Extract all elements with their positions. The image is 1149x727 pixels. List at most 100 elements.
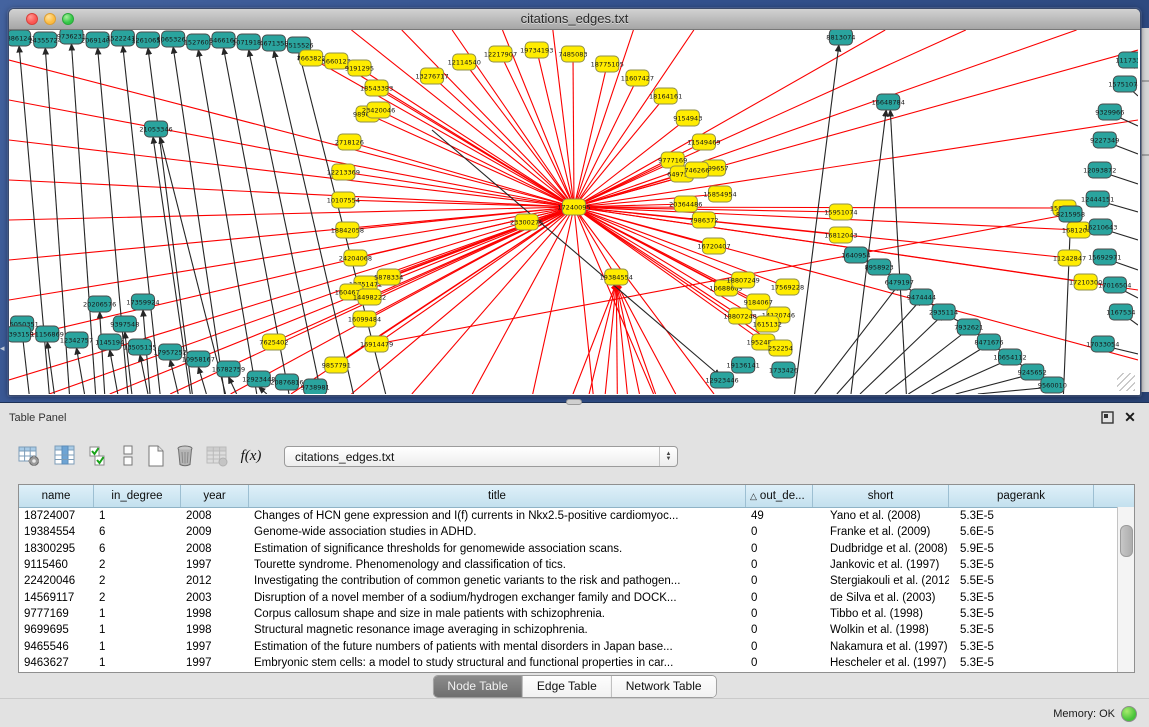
collapse-left-panel-arrow[interactable]: ◂ — [0, 341, 7, 355]
graph-node[interactable]: 7625402 — [259, 334, 288, 350]
deselect-all-icon[interactable] — [113, 441, 143, 473]
graph-node[interactable]: 16782759 — [212, 361, 245, 377]
graph-node[interactable]: 12114540 — [448, 54, 481, 70]
column-header-pagerank[interactable]: pagerank — [949, 485, 1094, 507]
graph-node[interactable]: 2718126 — [335, 134, 364, 150]
graph-node[interactable]: 18164161 — [649, 88, 682, 104]
graph-node[interactable]: 9191295 — [345, 60, 374, 76]
function-builder-icon[interactable]: f(x) — [236, 441, 266, 473]
table-row[interactable]: 1938455462009Genome-wide association stu… — [19, 524, 1134, 540]
column-header-in-degree[interactable]: in_degree — [94, 485, 181, 507]
column-visibility-icon[interactable] — [50, 441, 80, 473]
graph-node[interactable]: 1615132 — [753, 316, 782, 332]
column-header-name[interactable]: name — [19, 485, 94, 507]
graph-node[interactable]: 9738981 — [301, 379, 330, 394]
scrollbar-thumb[interactable] — [1120, 525, 1133, 557]
graph-node[interactable]: 20206576 — [83, 296, 116, 312]
graph-node[interactable]: 9329966 — [1095, 104, 1124, 120]
graph-node[interactable]: 18543393 — [360, 80, 393, 96]
network-canvas[interactable]: 1886124124355724973623120691406152224111… — [9, 30, 1138, 394]
graph-node[interactable]: 15751074 — [1108, 76, 1138, 92]
graph-node[interactable]: 18775105 — [591, 56, 624, 72]
graph-node[interactable]: 6479197 — [885, 274, 914, 290]
graph-node[interactable]: 17359924 — [126, 294, 159, 310]
graph-node[interactable]: 12444151 — [1081, 191, 1114, 207]
graph-node[interactable]: 8215958 — [1056, 206, 1085, 222]
window-resize-grip[interactable] — [1117, 373, 1135, 391]
graph-node[interactable]: 17033054 — [1086, 336, 1119, 352]
graph-node[interactable]: 7932621 — [954, 319, 983, 335]
graph-node[interactable]: 2935114 — [929, 304, 958, 320]
graph-node[interactable]: 8813074 — [826, 30, 855, 45]
graph-node[interactable]: 19384554 — [600, 269, 633, 285]
graph-node[interactable]: 8471676 — [974, 334, 1003, 350]
graph-node[interactable]: 746266 — [684, 162, 709, 178]
table-row[interactable]: 946362711997Embryonic stem cells: a mode… — [19, 655, 1134, 671]
delete-table-icon[interactable] — [170, 441, 200, 473]
graph-node[interactable]: 11242847 — [1053, 250, 1086, 266]
graph-node[interactable]: 7986372 — [689, 212, 718, 228]
graph-node[interactable]: 9227349 — [1090, 132, 1119, 148]
graph-node[interactable]: 9560010 — [1038, 377, 1067, 393]
graph-node[interactable]: 21053346 — [139, 121, 172, 137]
new-table-icon[interactable] — [141, 441, 171, 473]
graph-node[interactable]: 16720407 — [697, 238, 730, 254]
table-row[interactable]: 911546021997Tourette syndrome. Phenomeno… — [19, 557, 1134, 573]
graph-node[interactable]: 5878334 — [374, 269, 403, 285]
float-panel-icon[interactable] — [1101, 411, 1114, 424]
table-row[interactable]: 969969511998Structural magnetic resonanc… — [19, 622, 1134, 638]
select-all-icon[interactable] — [84, 441, 114, 473]
graph-node[interactable]: 24204068 — [339, 250, 372, 266]
table-row[interactable]: 946554611997Estimation of the future num… — [19, 638, 1134, 654]
graph-node[interactable]: 9474444 — [907, 289, 936, 305]
graph-node[interactable]: 11607427 — [621, 70, 654, 86]
table-row[interactable]: 1872400712008Changes of HCN gene express… — [19, 508, 1134, 524]
column-header-year[interactable]: year — [181, 485, 249, 507]
graph-node[interactable]: 15951074 — [824, 204, 857, 220]
column-header-title[interactable]: title — [249, 485, 746, 507]
column-header-short[interactable]: short — [813, 485, 949, 507]
graph-node[interactable]: 1145194 — [95, 334, 124, 350]
graph-node[interactable]: 18842058 — [331, 222, 364, 238]
graph-node[interactable]: 9857791 — [322, 357, 351, 373]
graph-node[interactable]: 1640954 — [841, 247, 870, 263]
graph-node[interactable]: 9154943 — [673, 110, 702, 126]
table-row[interactable]: 1456911722003Disruption of a novel membe… — [19, 589, 1134, 605]
graph-node[interactable]: 8958923 — [865, 259, 894, 275]
graph-node[interactable]: 12217907 — [484, 46, 517, 62]
table-settings-icon[interactable] — [14, 441, 44, 473]
graph-node[interactable]: 13276717 — [415, 68, 448, 84]
graph-node[interactable]: 16648784 — [872, 94, 905, 110]
graph-node[interactable]: 13505135 — [123, 339, 156, 355]
graph-node[interactable]: 252254 — [768, 340, 793, 356]
graph-node[interactable]: 19734193 — [520, 42, 553, 58]
graph-node[interactable]: 7485083 — [558, 46, 587, 62]
table-row[interactable]: 977716911998Corpus callosum shape and si… — [19, 606, 1134, 622]
graph-node[interactable]: 17016504 — [1098, 277, 1131, 293]
import-table-icon[interactable] — [202, 441, 232, 473]
graph-node[interactable]: 1167534 — [1106, 304, 1135, 320]
graph-node[interactable]: 16914479 — [360, 336, 393, 352]
tab-edge-table[interactable]: Edge Table — [523, 676, 612, 697]
graph-node[interactable]: 12213369 — [327, 164, 360, 180]
table-selector-dropdown[interactable]: citations_edges.txt ▲▼ — [284, 446, 678, 467]
close-panel-icon[interactable]: ✕ — [1122, 408, 1138, 426]
column-header-out-de[interactable]: △out_de... — [746, 485, 813, 507]
table-row[interactable]: 2242004622012Investigating the contribut… — [19, 573, 1134, 589]
graph-node[interactable]: 19136141 — [727, 357, 760, 373]
graph-node[interactable]: 12923446 — [705, 372, 738, 388]
graph-node[interactable]: 10107554 — [327, 192, 360, 208]
graph-node[interactable]: 9397548 — [110, 316, 139, 332]
graph-node[interactable]: 16099484 — [348, 311, 381, 327]
tab-network-table[interactable]: Network Table — [612, 676, 716, 697]
vertical-scrollbar[interactable] — [1117, 507, 1134, 672]
graph-node[interactable]: 10654112 — [993, 349, 1026, 365]
graph-node[interactable]: 17569228 — [771, 279, 804, 295]
tab-node-table[interactable]: Node Table — [433, 676, 523, 697]
graph-node[interactable]: 16812043 — [824, 227, 857, 243]
graph-node[interactable]: 1117334 — [1115, 52, 1138, 68]
table-row[interactable]: 1830029562008Estimation of significance … — [19, 541, 1134, 557]
network-window-titlebar[interactable]: citations_edges.txt — [9, 9, 1140, 30]
graph-node[interactable]: 1733426 — [769, 362, 798, 378]
graph-node[interactable]: 15854954 — [703, 186, 736, 202]
